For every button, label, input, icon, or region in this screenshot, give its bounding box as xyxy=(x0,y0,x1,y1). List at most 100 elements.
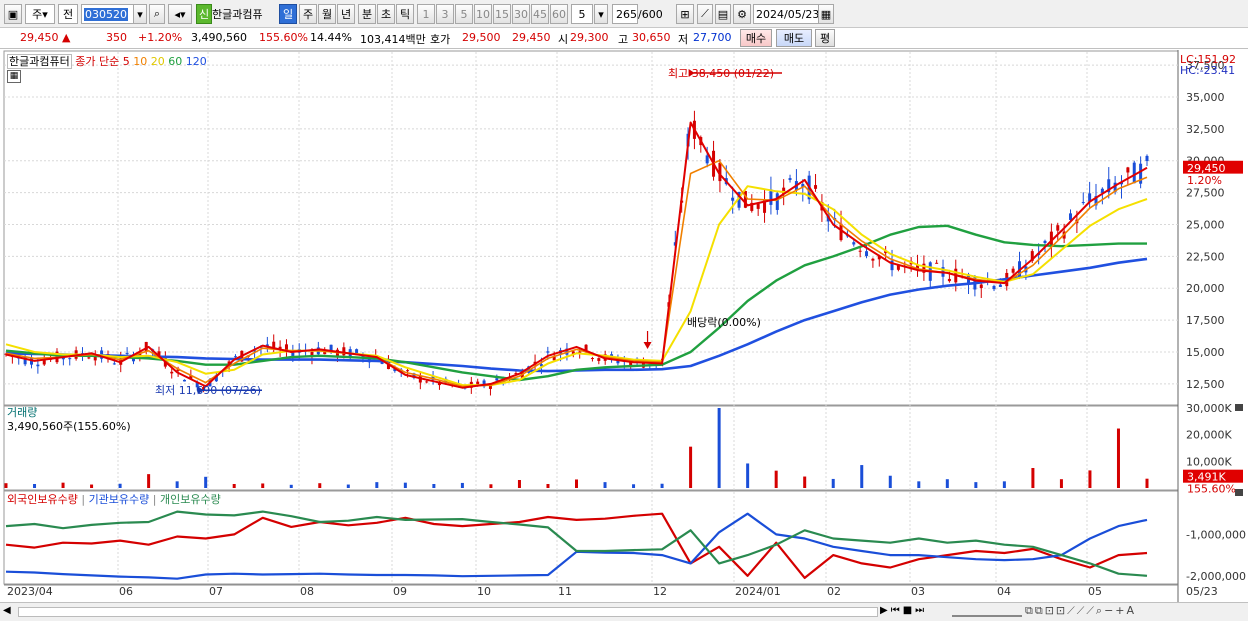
candle-body-17 xyxy=(112,363,116,365)
tab-6[interactable]: 틱 xyxy=(396,4,414,24)
gear-icon[interactable]: ⚙ xyxy=(733,4,751,24)
candle-body-123 xyxy=(788,178,792,180)
open-price: 29,300 xyxy=(570,31,609,44)
scroll-left-icon[interactable]: ◀ xyxy=(3,605,15,619)
market-select[interactable]: 주 ▾ xyxy=(25,4,55,24)
new-badge: 신 xyxy=(196,4,212,24)
holding-lines xyxy=(5,510,1148,580)
holding-line-1 xyxy=(5,512,1148,580)
x-label-5: 10 xyxy=(477,585,491,598)
tab-5[interactable]: 초 xyxy=(377,4,395,24)
x-label-9: 02 xyxy=(827,585,841,598)
x-label-13: 05/23 xyxy=(1186,585,1218,598)
search-icon[interactable]: ⌕ xyxy=(149,4,165,24)
candle-body-120 xyxy=(769,189,773,205)
chart-settings-icon[interactable]: ▣ xyxy=(4,4,22,24)
interval-15[interactable]: 15 xyxy=(493,4,511,24)
price-legend: 한글과컴퓨터 종가 단순 5 10 20 60 120 xyxy=(7,53,207,69)
volume-bar-8 xyxy=(232,484,236,488)
candle-body-92 xyxy=(590,358,594,360)
x-label-6: 11 xyxy=(558,585,572,598)
x-label-0: 2023/04 xyxy=(7,585,53,598)
candle-body-165 xyxy=(1056,225,1060,231)
candle-body-77 xyxy=(495,378,499,381)
volume-bar-27 xyxy=(774,470,778,488)
legend-ma10: 10 xyxy=(133,55,148,68)
price-tick-8: 17,500 xyxy=(1186,314,1225,327)
volume-bar-29 xyxy=(831,478,835,488)
candle-body-148 xyxy=(947,278,951,282)
interval-45[interactable]: 45 xyxy=(531,4,549,24)
ma-line-5 xyxy=(5,121,1148,389)
draw-tool-icon[interactable]: ⟋ xyxy=(697,4,713,24)
current-price: 29,450 ▲ xyxy=(20,31,71,44)
buy-button[interactable]: 매수 xyxy=(740,29,772,47)
tab-1[interactable]: 주 xyxy=(299,4,317,24)
volume-bar-13 xyxy=(375,482,379,488)
volume-ratio: 155.60% xyxy=(259,31,308,44)
code-dropdown-icon[interactable]: ▾ xyxy=(133,4,147,24)
volume-bar-18 xyxy=(517,480,521,488)
volume-bar-23 xyxy=(660,483,664,488)
volume-bar-37 xyxy=(1059,479,1063,488)
interval-3[interactable]: 3 xyxy=(436,4,454,24)
volume-bar-3 xyxy=(90,484,94,488)
candle-body-63 xyxy=(406,370,410,372)
sell-button[interactable]: 매도 xyxy=(776,29,812,47)
market-select-value: 주 xyxy=(32,8,43,21)
interval-60[interactable]: 60 xyxy=(550,4,568,24)
candle-body-179 xyxy=(1145,155,1149,162)
ask-price-1: 29,500 xyxy=(462,31,501,44)
volume-bar-25 xyxy=(717,408,721,488)
speaker-icon[interactable]: ◂▾ xyxy=(168,4,192,24)
volume-bar-9 xyxy=(261,483,265,488)
interval-1[interactable]: 1 xyxy=(417,4,435,24)
tab-0[interactable]: 일 xyxy=(279,4,297,24)
price-tick-6: 22,500 xyxy=(1186,250,1225,263)
open-label: 시 xyxy=(558,33,569,46)
legend-ma60: 60 xyxy=(168,55,183,68)
interval-10[interactable]: 10 xyxy=(474,4,492,24)
candle-body-110 xyxy=(705,155,709,164)
calendar-icon[interactable]: ▦ xyxy=(818,4,834,24)
volume-value: 3,490,560 xyxy=(191,31,247,44)
grid-toggle-icon[interactable]: ▦ xyxy=(7,70,21,83)
candle-body-136 xyxy=(871,258,875,261)
candle-body-10 xyxy=(68,358,72,360)
indicator-icon[interactable]: ⊞ xyxy=(676,4,694,24)
ask-price-2: 29,450 xyxy=(512,31,551,44)
interval-5[interactable]: 5 xyxy=(455,4,473,24)
tab-4[interactable]: 분 xyxy=(358,4,376,24)
quote-bar: 29,450 ▲ 350 +1.20% 3,490,560 155.60% 14… xyxy=(0,28,1248,49)
ask-label: 호가 xyxy=(430,33,451,46)
period-select[interactable]: 전 xyxy=(58,4,78,24)
volume-bar-26 xyxy=(746,463,750,488)
dividend-annotation: 배당락(0.00%) xyxy=(687,316,761,329)
zoom-slider[interactable] xyxy=(952,607,1022,617)
holding-tick-0: -1,000,000 xyxy=(1186,528,1246,541)
candle-body-167 xyxy=(1069,213,1073,220)
volume-bar-14 xyxy=(403,482,407,488)
save-icon[interactable]: ▤ xyxy=(715,4,731,24)
tab-3[interactable]: 년 xyxy=(337,4,355,24)
chart-scrollbar-bar: ◀ ▶⏮■⏭ ⧉⧉⊡⊡⟋⟋⟋⌕−+A xyxy=(0,602,1248,621)
candle-body-28 xyxy=(182,379,186,382)
tab-2[interactable]: 월 xyxy=(318,4,336,24)
n-value-select[interactable]: 5 xyxy=(571,4,593,24)
candle-body-121 xyxy=(775,193,779,210)
candle-body-13 xyxy=(87,357,91,359)
date-input[interactable]: 2024/05/23 xyxy=(753,4,819,24)
avg-button[interactable]: 평 xyxy=(815,29,835,47)
volume-bar-7 xyxy=(204,476,208,488)
playback-controls[interactable]: ▶⏮■⏭ xyxy=(880,605,927,616)
legend-ma20: 20 xyxy=(150,55,165,68)
low-price: 27,700 xyxy=(693,31,732,44)
interval-30[interactable]: 30 xyxy=(512,4,530,24)
scroll-track[interactable] xyxy=(18,607,878,617)
dividend-marker-head xyxy=(643,342,652,349)
x-label-4: 09 xyxy=(393,585,407,598)
n-dropdown-icon[interactable]: ▾ xyxy=(594,4,608,24)
count-input[interactable]: 265 xyxy=(612,4,638,24)
tool-icons[interactable]: ⧉⧉⊡⊡⟋⟋⟋⌕−+A xyxy=(1025,604,1136,618)
chart-canvas[interactable]: 37,50035,00032,50030,00027,50025,00022,5… xyxy=(0,50,1248,603)
